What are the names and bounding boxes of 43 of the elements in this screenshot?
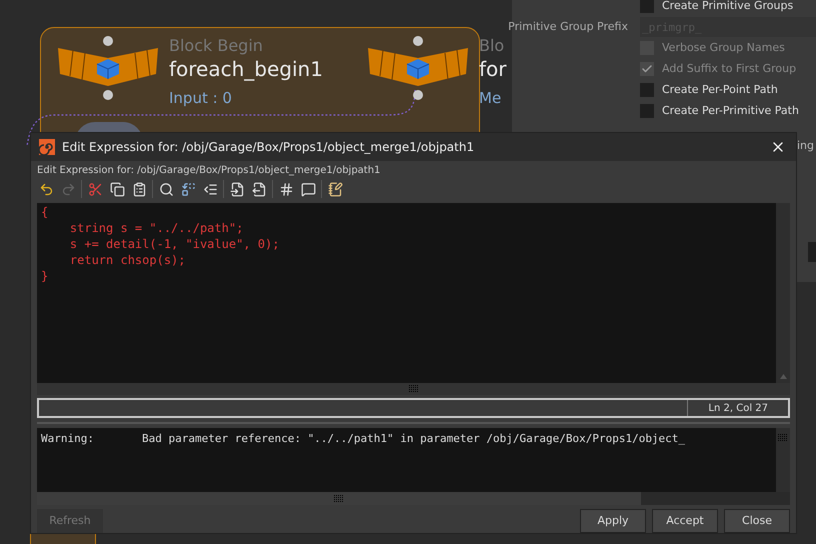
subtitle: Edit Expression for: /obj/Garage/Box/Props1/object_merge1/objpath1: [37, 164, 380, 178]
replace-icon: [180, 182, 196, 196]
checkbox[interactable]: [640, 0, 654, 13]
file-export-icon: [252, 182, 266, 196]
scroll-up-icon[interactable]: [780, 374, 786, 379]
indent-icon: [202, 182, 218, 196]
checkbox-label[interactable]: Create Per-Point Path: [662, 82, 778, 98]
spiral-logo-icon: [39, 139, 55, 155]
copy-icon: [110, 182, 124, 196]
search-icon: [158, 182, 174, 196]
horizontal-scrollbar[interactable]: [37, 383, 790, 395]
dialog-button[interactable]: Close: [724, 509, 790, 533]
checkbox[interactable]: [640, 104, 654, 118]
checkbox-label[interactable]: Create Primitive Groups: [662, 0, 794, 14]
clipboard-icon: [132, 182, 146, 196]
status-text: Ln 2, Col 27: [687, 400, 788, 416]
check-icon: [641, 63, 653, 75]
speech-bubble-icon: [300, 182, 316, 196]
dialog-button[interactable]: Apply: [580, 509, 646, 533]
undo-icon: [38, 182, 54, 196]
window-title: Edit Expression for: /obj/Garage/Box/Props1/object_merge1/objpath1: [62, 139, 476, 156]
dialog-button[interactable]: Accept: [652, 509, 718, 533]
notepad-icon: [328, 182, 342, 196]
parameter-label: Primitive Group Prefix: [508, 18, 628, 35]
file-import-icon: [230, 182, 244, 196]
node-info: Input : 0: [169, 88, 233, 108]
hash-icon: [278, 182, 294, 196]
node-type-label: Block Begin: [169, 36, 264, 56]
message-text: Bad parameter reference: "../../path1" in parameter /obj/Garage/Box/Props1/object_: [142, 432, 686, 446]
checkbox[interactable]: [640, 83, 654, 97]
node-info: Me: [479, 88, 502, 108]
vertical-scrollbar[interactable]: [776, 203, 790, 383]
redo-icon: [60, 182, 76, 196]
checkbox-label[interactable]: Create Per-Primitive Path: [662, 102, 799, 120]
node-icon[interactable]: [55, 36, 161, 100]
node-name[interactable]: foreach_begin1: [169, 56, 323, 82]
text-field[interactable]: [808, 242, 816, 262]
node-type-label: Blo: [479, 36, 506, 56]
message-label: Warning:: [41, 432, 95, 446]
scissors-icon: [88, 182, 102, 196]
node-icon[interactable]: [365, 36, 471, 100]
vertical-scrollbar[interactable]: [776, 428, 790, 492]
parameter-label: ing: [796, 138, 814, 154]
